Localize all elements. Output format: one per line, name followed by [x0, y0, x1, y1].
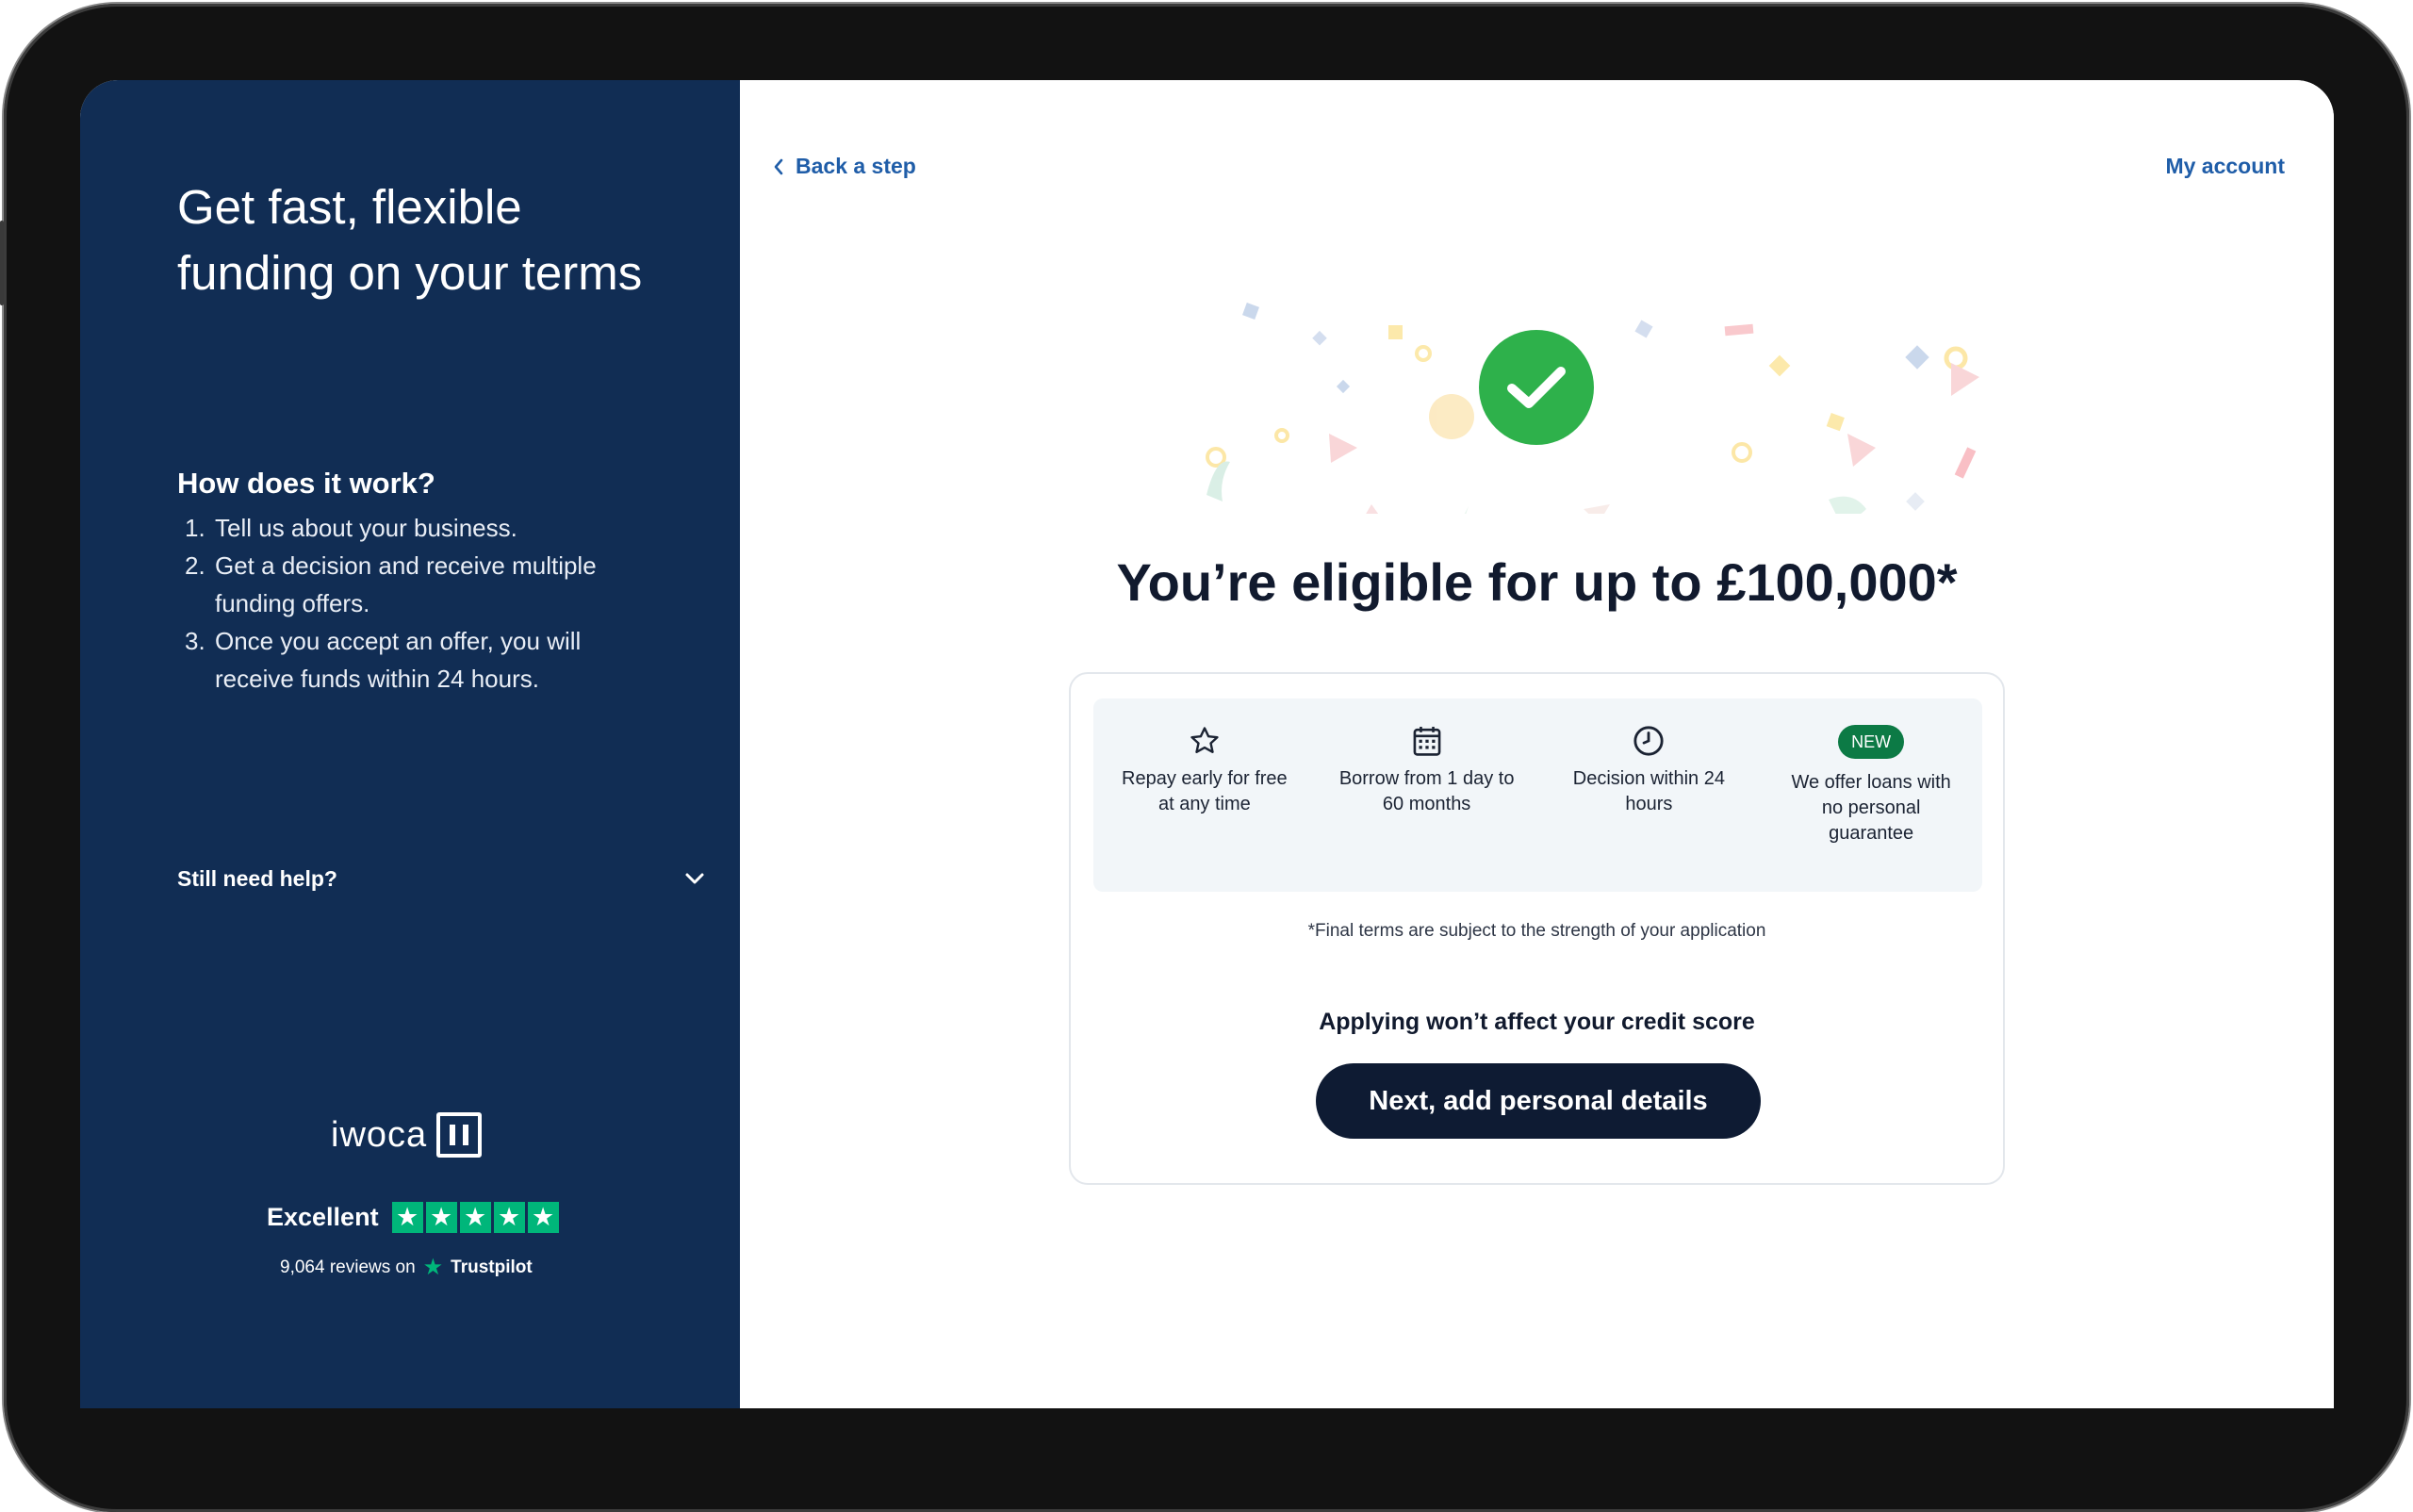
star-icon: ★: [527, 1202, 559, 1233]
info-sidebar: Get fast, flexible funding on your terms…: [80, 80, 740, 1408]
feature-text: Decision within 24 hours: [1572, 768, 1725, 814]
star-icon: ★: [493, 1202, 525, 1233]
feature-text: Repay early for free at any time: [1122, 768, 1288, 814]
star-icon: ★: [425, 1202, 457, 1233]
logo-wordmark: iwoca: [331, 1114, 428, 1155]
step-number: 1.: [185, 514, 205, 542]
help-label: Still need help?: [177, 865, 337, 891]
logo-mark-icon: [436, 1112, 483, 1158]
back-label: Back a step: [796, 154, 916, 178]
calendar-icon: [1413, 726, 1441, 756]
step-text: Once you accept an offer, you will recei…: [215, 627, 582, 693]
how-it-works-title: How does it work?: [177, 467, 435, 500]
eligibility-heading: You’re eligible for up to £100,000*: [1116, 552, 1958, 612]
features-panel: Repay early for free at any time Borrow …: [1093, 698, 1982, 892]
step-number: 3.: [185, 627, 205, 655]
step-text: Tell us about your business.: [215, 514, 517, 542]
step-text: Get a decision and receive multiple fund…: [215, 551, 597, 617]
new-badge: NEW: [1838, 725, 1905, 759]
sidebar-headline: Get fast, flexible funding on your terms: [177, 180, 643, 300]
trustpilot-rating: Excellent ★ ★ ★ ★ ★: [267, 1202, 559, 1233]
trustpilot-rating-label: Excellent: [267, 1203, 379, 1231]
back-a-step-link[interactable]: Back a step: [773, 154, 916, 179]
main-content: Back a step My account You’re eligible f…: [740, 80, 2334, 1408]
chevron-left-icon: [774, 158, 783, 174]
reviews-count: 9,064 reviews on: [280, 1257, 416, 1277]
how-it-works-steps: 1. Tell us about your business. 2. Get a…: [177, 509, 648, 698]
terms-footnote: *Final terms are subject to the strength…: [1307, 921, 1766, 941]
trustpilot-reviews: 9,064 reviews on ★ Trustpilot: [280, 1254, 533, 1281]
app-screen: Get fast, flexible funding on your terms…: [80, 80, 2334, 1408]
volume-button: [0, 221, 4, 305]
step-number: 2.: [185, 551, 205, 580]
feature-item: Repay early for free at any time: [1093, 698, 1316, 892]
chevron-down-icon: [685, 873, 704, 884]
trustpilot-stars: ★ ★ ★ ★ ★: [391, 1202, 559, 1233]
star-icon: ★: [391, 1202, 423, 1233]
feature-item: NEW We offer loans with no personal guar…: [1760, 698, 1982, 892]
still-need-help-toggle[interactable]: Still need help?: [177, 855, 705, 902]
star-icon: [1190, 727, 1219, 753]
clock-icon: [1633, 726, 1664, 756]
offer-card: Repay early for free at any time Borrow …: [1069, 672, 2005, 1185]
trustpilot-star-icon: ★: [422, 1255, 444, 1280]
feature-text: Borrow from 1 day to 60 months: [1338, 768, 1515, 814]
feature-text: We offer loans with no personal guarante…: [1791, 772, 1951, 844]
my-account-link[interactable]: My account: [2165, 154, 2285, 179]
success-check-icon: [1479, 330, 1594, 445]
credit-score-note: Applying won’t affect your credit score: [1319, 1009, 1755, 1035]
star-icon: ★: [459, 1202, 491, 1233]
step-item: 1. Tell us about your business.: [177, 509, 648, 547]
feature-item: Borrow from 1 day to 60 months: [1316, 698, 1538, 892]
next-add-personal-details-button[interactable]: Next, add personal details: [1316, 1063, 1761, 1139]
iwoca-logo: iwoca: [331, 1112, 483, 1158]
checkmark-icon: [1507, 367, 1566, 408]
step-item: 3. Once you accept an offer, you will re…: [177, 622, 648, 698]
trustpilot-brand: Trustpilot: [451, 1257, 533, 1277]
feature-item: Decision within 24 hours: [1538, 698, 1761, 892]
step-item: 2. Get a decision and receive multiple f…: [177, 547, 648, 622]
